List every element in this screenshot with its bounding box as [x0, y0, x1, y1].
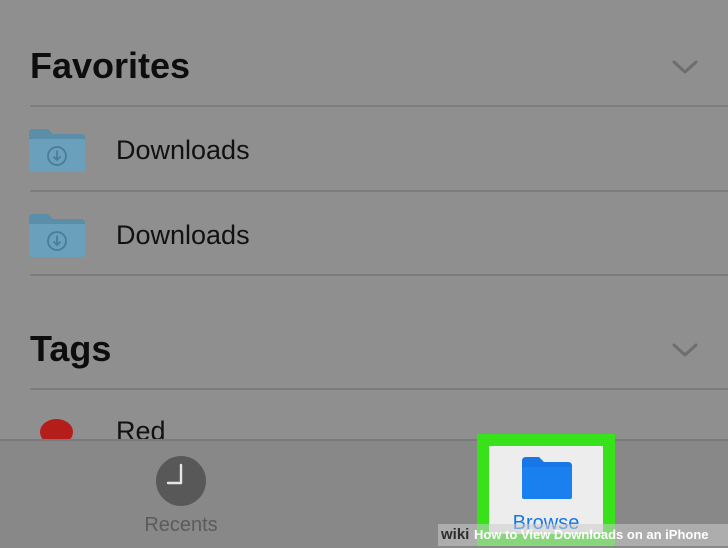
tab-browse[interactable]: Browse [489, 446, 603, 534]
downloads-folder-icon [29, 214, 85, 257]
divider [30, 388, 728, 390]
wikihow-watermark: wiki How to View Downloads on an iPhone [438, 524, 728, 546]
favorites-chevron-down-icon[interactable] [672, 60, 698, 74]
favorites-item-label: Downloads [116, 135, 250, 165]
folder-icon [522, 457, 572, 499]
watermark-title: How to View Downloads on an iPhone [474, 527, 709, 542]
favorites-item-downloads[interactable]: Downloads [0, 107, 728, 191]
clock-icon [156, 456, 206, 506]
favorites-item-label: Downloads [116, 220, 250, 250]
favorites-header: Favorites [30, 45, 191, 86]
favorites-item-downloads[interactable]: Downloads [0, 192, 728, 276]
divider [30, 274, 728, 276]
tags-header: Tags [30, 328, 112, 369]
watermark-brand: wiki [441, 526, 470, 543]
downloads-folder-icon [29, 129, 85, 172]
tags-chevron-down-icon[interactable] [672, 343, 698, 357]
tab-recents-label: Recents [144, 514, 218, 536]
tab-recents[interactable]: Recents [120, 453, 242, 537]
